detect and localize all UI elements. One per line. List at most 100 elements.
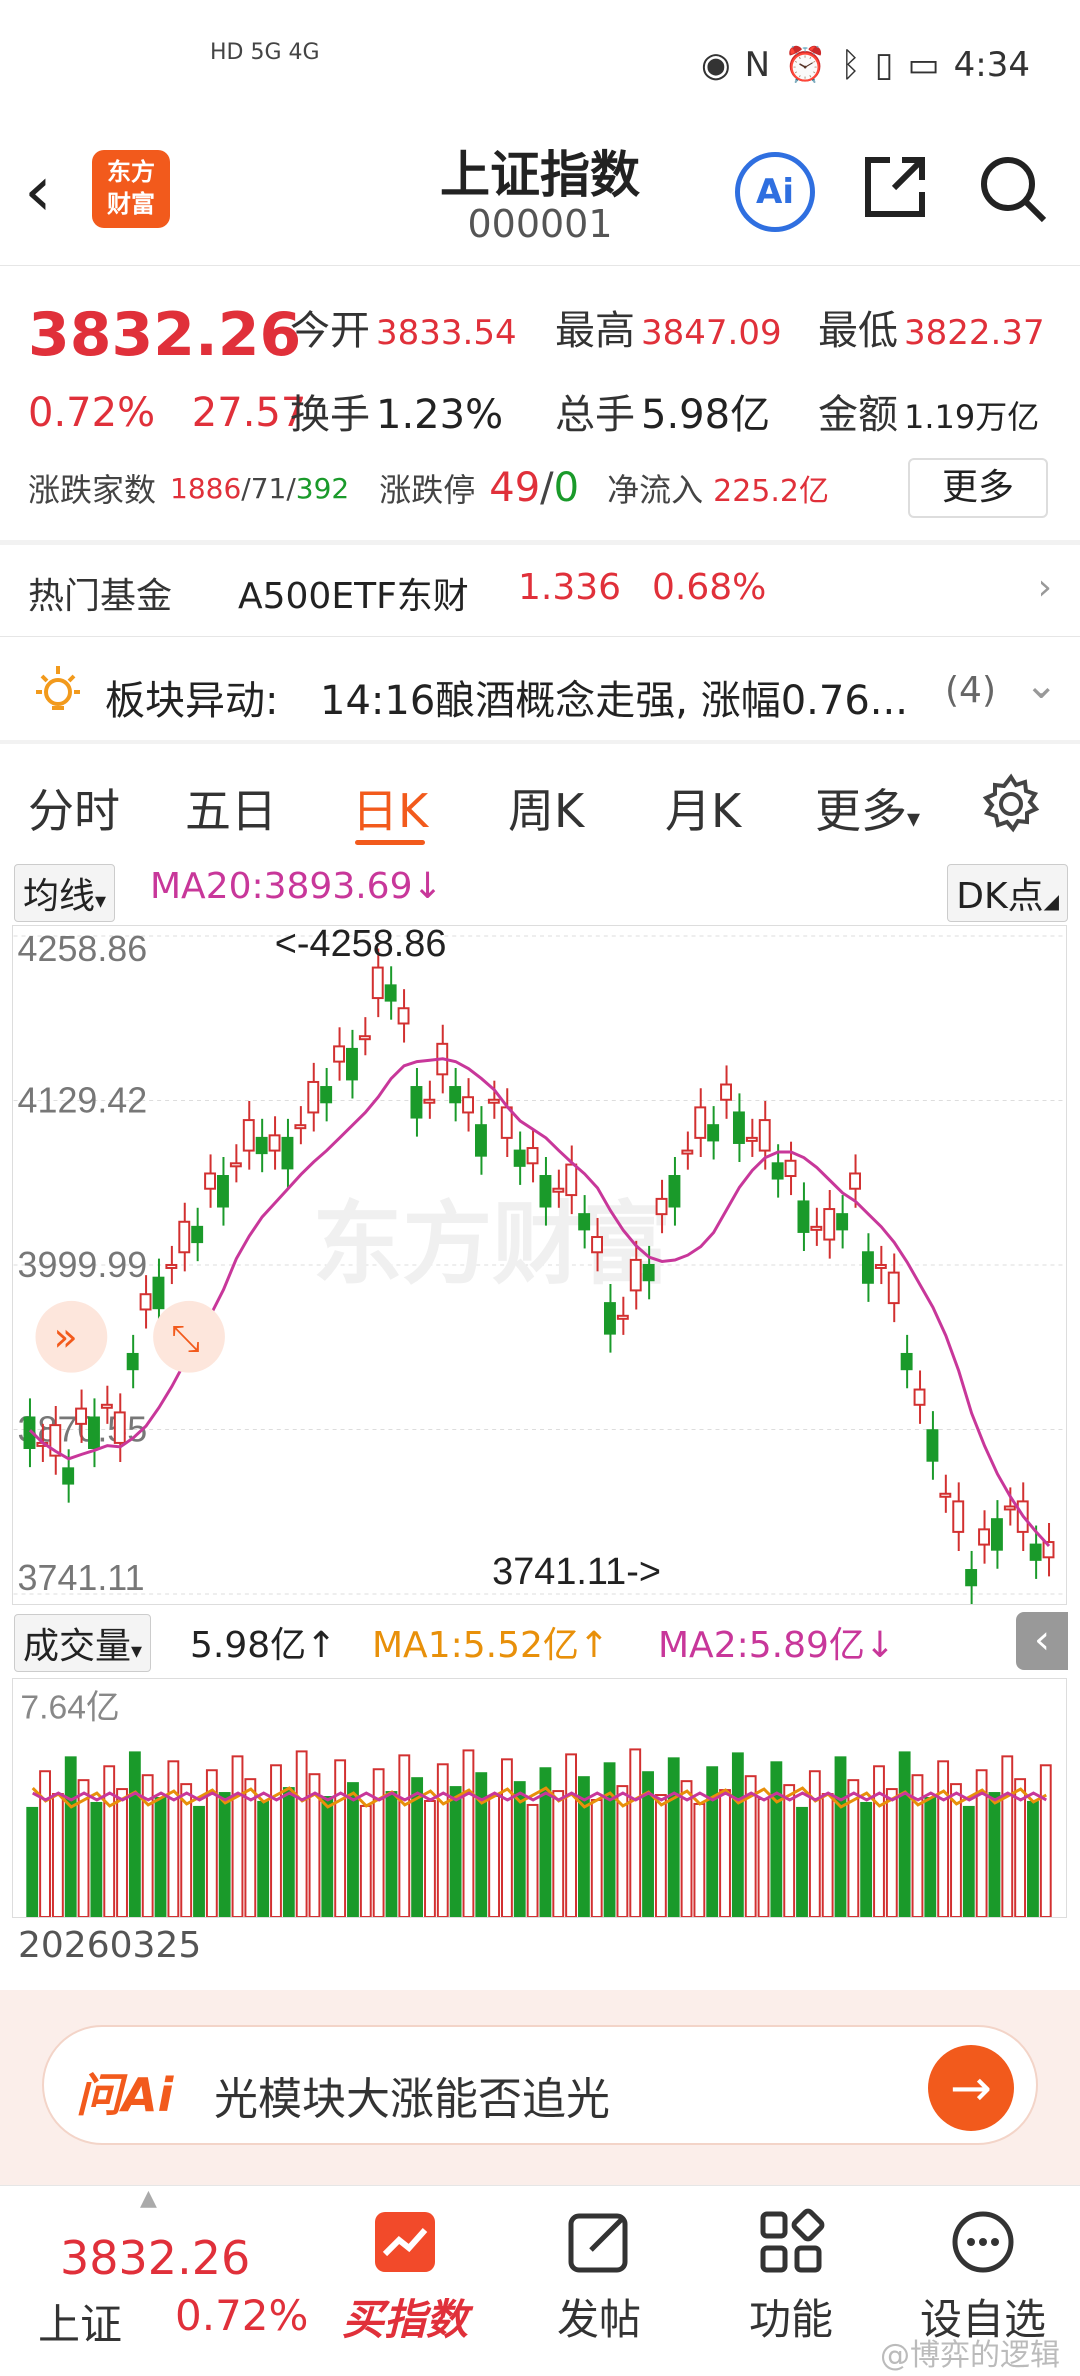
candle-body [126,1352,139,1371]
chevron-right-icon: › [1037,567,1052,608]
ask-ai-area: 问Ai 光模块大涨能否追光 → [0,1990,1080,2185]
arrow-right-icon[interactable]: → [928,2045,1014,2131]
volume-readout: 5.98亿↑ [190,1625,337,1666]
volume-bar [257,1800,270,1917]
volume-bar [693,1802,706,1917]
candle-body [810,1225,823,1231]
volume-bar [565,1753,577,1917]
volume-bar [552,1790,565,1917]
candle-body [849,1172,861,1190]
quote-panel: 3832.26 0.72% 27.57 今开 3833.54 最高 3847.09 … [0,270,1080,540]
volume-bar [334,1759,347,1917]
volume-bar [654,1794,667,1917]
network-indicator: HD 5G 4G [210,40,320,65]
nav-post[interactable]: 发帖 [514,2206,684,2347]
volume-bar [873,1765,885,1917]
volume-bar [116,1788,128,1917]
candle-body [152,1276,165,1310]
volume-bar [475,1772,488,1917]
volume-bar [783,1784,796,1917]
candle-body [720,1083,732,1101]
volume-bar [770,1761,783,1917]
volume-bar [295,1750,308,1917]
nav-pct: 0.72% [175,2291,309,2340]
volume-bar [398,1754,411,1917]
volume-toolbar: 成交量▾ 5.98亿↑ MA1:5.52亿↑ MA2:5.89亿↓ ‹ [0,1612,1080,1672]
divider [0,636,1080,637]
candle-body [591,1236,604,1254]
volume-bar [885,1788,898,1917]
volume-bar [154,1797,167,1917]
tab-monthly-k[interactable]: 月K [665,775,741,841]
watermark: @博弈的逻辑 [880,2338,1060,2373]
volume-bar [347,1782,359,1917]
candle-body [294,1124,307,1130]
volume-bar [526,1803,539,1917]
ma20-readout: MA20:3893.69↓ [150,866,443,907]
chart-watermark: 东方财富 [313,1193,672,1297]
candle-body [784,1159,797,1178]
chart-toolbar: 均线▾ MA20:3893.69↓ DK点◢ [0,862,1080,922]
candle-body [397,1007,410,1025]
candle-body [100,1403,113,1409]
candle-body [823,1208,836,1241]
candle-body [178,1220,191,1254]
stat-turnover: 换手 1.23% [290,392,504,438]
candle-body [681,1149,694,1155]
header: ‹ 东方 财富 上证指数 000001 Ai [0,130,1080,265]
volume-bar [988,1792,1001,1917]
candle-body [578,1213,591,1231]
gear-icon[interactable] [980,773,1042,835]
volume-bar [488,1795,501,1917]
volume-bar [501,1758,513,1917]
candle-body [758,1119,771,1152]
more-button[interactable]: 更多 [908,458,1048,518]
ma-dropdown[interactable]: 均线▾ [14,864,116,922]
nav-buy-index[interactable]: 买指数 [320,2206,490,2347]
volume-bar [796,1806,808,1917]
lightbulb-icon [36,666,80,710]
expand-icon: ⤡ [171,1319,200,1360]
candle-body [978,1528,990,1546]
tab-daily-k[interactable]: 日K [352,775,428,841]
candle-body [836,1213,849,1231]
last-price: 3832.26 [28,300,302,370]
nav-functions[interactable]: 功能 [706,2206,876,2347]
volume-bar [719,1789,731,1917]
candle-body [629,1258,642,1292]
candle-body [449,1086,462,1104]
candle-body [307,1080,320,1114]
tab-fenshi[interactable]: 分时 [28,775,120,841]
volume-bar [603,1762,616,1917]
candle-body [513,1149,526,1167]
candle-body [475,1124,487,1157]
tab-weekly-k[interactable]: 周K [508,775,584,841]
candle-body [75,1407,88,1425]
nav-add-watchlist[interactable]: 设自选 [898,2206,1068,2347]
candle-body [1003,1505,1016,1511]
ask-ai-box[interactable]: 问Ai 光模块大涨能否追光 → [42,2025,1038,2145]
tab-five-day[interactable]: 五日 [185,775,277,841]
candle-body [88,1416,100,1450]
nfc-icon: N [744,45,771,85]
caret-up-icon: ▲ [140,2186,157,2211]
search-icon[interactable] [976,152,1048,224]
hot-fund-row[interactable]: 热门基金 A500ETF东财 1.336 0.68% › [0,545,1080,635]
tab-more[interactable]: 更多▾ [815,775,920,841]
collapse-panel-button[interactable]: ‹ [1016,1612,1068,1670]
volume-dropdown[interactable]: 成交量▾ [14,1614,152,1672]
candle-body [874,1263,887,1269]
candle-body [371,966,384,1000]
ai-button[interactable]: Ai [735,152,815,232]
share-icon[interactable] [860,152,930,222]
kline-chart[interactable]: 4258.864129.423999.993870.553741.11东方财富<… [12,925,1067,1605]
volume-bar [64,1756,77,1917]
candle-body [255,1136,268,1155]
volume-bar [629,1748,642,1917]
volume-bar [1001,1755,1014,1917]
sector-alert-row[interactable]: 板块异动: 14:16酿酒概念走强, 涨幅0.76... (4) ⌄ [0,640,1080,740]
volume-bar [359,1804,372,1917]
candle-body [900,1352,913,1371]
volume-bar [449,1786,462,1917]
dk-point-dropdown[interactable]: DK点◢ [947,864,1068,922]
